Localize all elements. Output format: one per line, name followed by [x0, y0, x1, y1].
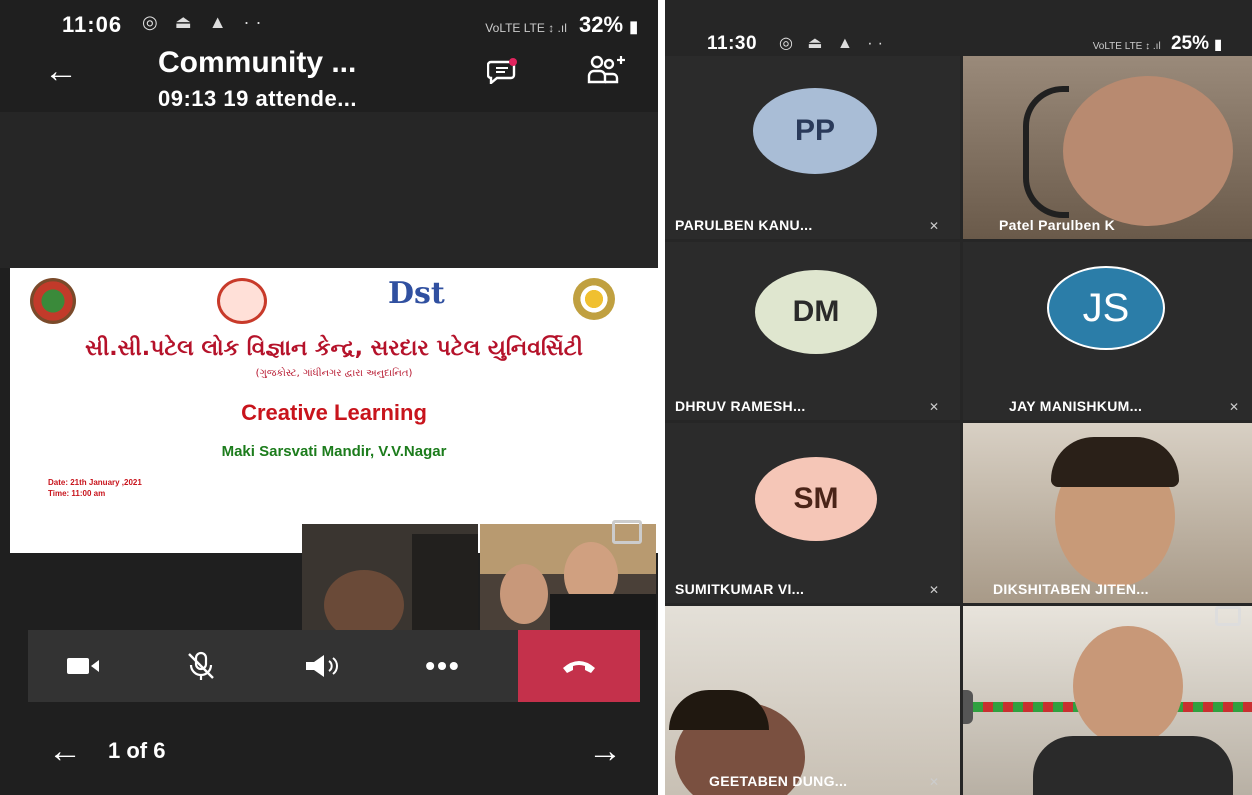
status-time: 11:06 — [62, 12, 123, 37]
gujcost-logo — [573, 278, 615, 320]
slide-heading: Creative Learning — [241, 400, 427, 425]
status-notification-icons: ◎ ⏏ ▲ ·· — [142, 12, 268, 32]
meeting-title: Community ... — [158, 46, 357, 79]
status-bar: 11:06 ◎ ⏏ ▲ ·· VoLTE LTE ↕ .ıl 32% ▮ — [0, 0, 658, 40]
left-phone-screen: 11:06 ◎ ⏏ ▲ ·· VoLTE LTE ↕ .ıl 32% ▮ ← C… — [0, 0, 658, 795]
participant-video-tile[interactable]: GEETABEN DUNG... ✕ — [665, 606, 960, 795]
camera-button[interactable] — [28, 630, 138, 702]
slide-datetime: Date: 21th January ,2021 Time: 11:00 am — [48, 477, 142, 499]
hang-up-icon — [563, 661, 595, 673]
muted-icon: ✕ — [929, 775, 940, 789]
back-arrow-icon[interactable]: ← — [44, 52, 78, 91]
speaker-button[interactable] — [268, 630, 378, 702]
more-options-button[interactable]: ••• — [388, 630, 498, 702]
dst-logo: Dst — [388, 276, 445, 311]
participant-face — [1063, 76, 1233, 226]
slide-title-gujarati: સી.સી.પટેલ લોક વિજ્ઞાન કેન્દ્ર, સરદાર પટ… — [85, 336, 583, 361]
participant-tile[interactable]: DM DHRUV RAMESH... ✕ — [665, 242, 960, 420]
previous-slide-arrow-icon[interactable]: ← — [48, 732, 82, 771]
chat-icon[interactable] — [487, 58, 517, 84]
slide-pager: ← 1 of 6 → — [0, 718, 658, 778]
participant-video-tile[interactable]: Patel Parulben K — [963, 56, 1252, 239]
avatar: DM — [755, 270, 877, 354]
share-screen-icon[interactable] — [612, 520, 642, 544]
status-battery: VoLTE LTE ↕ .ıl 32% ▮ — [485, 12, 638, 38]
battery-level: 25% — [1170, 33, 1209, 54]
battery-level: 32% — [579, 12, 624, 37]
slide-subtitle-gujarati: (ગુજકોસ્ટ, ગાંધીનગર દ્વારા અનુદાનિત) — [255, 368, 413, 379]
status-time: 11:30 — [707, 33, 758, 54]
participant-tile[interactable]: PP PARULBEN KANU... ✕ — [665, 56, 960, 239]
muted-icon: ✕ — [929, 400, 940, 414]
right-phone-screen: 11:30 ◎ ⏏ ▲ ·· VoLTE LTE ↕ .ıl 25% ▮ PP … — [665, 0, 1252, 795]
shared-slide: Dst સી.સી.પટેલ લોક વિજ્ઞાન કેન્દ્ર, સરદા… — [10, 268, 658, 553]
participant-tile[interactable]: SM SUMITKUMAR VI... ✕ — [665, 423, 960, 603]
camera-icon — [67, 658, 99, 674]
participant-name: SUMITKUMAR VI... — [675, 581, 805, 597]
battery-icon: ▮ — [1214, 36, 1222, 52]
status-battery: VoLTE LTE ↕ .ıl 25% ▮ — [1093, 33, 1222, 55]
slide-page-indicator: 1 of 6 — [108, 738, 166, 763]
microphone-off-icon — [188, 651, 214, 680]
participant-name: DIKSHITABEN JITEN... — [993, 581, 1149, 597]
participant-tile[interactable]: JS JAY MANISHKUM... ✕ — [963, 242, 1252, 420]
participant-clothing — [1033, 736, 1233, 795]
avatar: JS — [1047, 266, 1165, 350]
participant-name: JAY MANISHKUM... — [1009, 398, 1143, 414]
participant-hair — [1051, 437, 1179, 487]
participant-name: Patel Parulben K — [999, 217, 1116, 233]
status-notification-icons: ◎ ⏏ ▲ ·· — [779, 35, 888, 52]
shared-content-background — [0, 112, 658, 268]
university-logo — [30, 278, 76, 324]
battery-icon: ▮ — [629, 19, 638, 36]
participant-face — [1073, 626, 1183, 746]
meeting-header: ← Community ... 09:13 19 attende... — [0, 40, 658, 112]
avatar: SM — [755, 457, 877, 541]
muted-icon: ✕ — [1229, 400, 1240, 414]
participant-face — [500, 564, 548, 624]
participant-video-tile[interactable] — [963, 606, 1252, 795]
muted-icon: ✕ — [929, 583, 940, 597]
slide-school: Maki Sarsvati Mandir, V.V.Nagar — [221, 443, 447, 460]
science-centre-logo — [217, 278, 267, 324]
participant-video-1[interactable] — [302, 524, 478, 630]
participant-name: DHRUV RAMESH... — [675, 398, 806, 414]
signal-icon: VoLTE LTE ↕ .ıl — [485, 21, 567, 35]
avatar: PP — [753, 88, 877, 174]
participant-face — [324, 570, 404, 630]
hang-up-button[interactable] — [518, 630, 640, 702]
participant-name: PARULBEN KANU... — [675, 217, 813, 233]
signal-icon: VoLTE LTE ↕ .ıl — [1092, 41, 1161, 52]
speaker-icon — [306, 655, 338, 677]
next-slide-arrow-icon[interactable]: → — [588, 732, 622, 771]
participant-name: GEETABEN DUNG... — [709, 773, 848, 789]
more-icon: ••• — [425, 650, 461, 681]
slide-time: Time: 11:00 am — [48, 489, 106, 498]
meeting-subtitle: 09:13 19 attende... — [158, 86, 358, 111]
share-screen-icon[interactable] — [1215, 606, 1241, 626]
participant-video-tile[interactable]: DIKSHITABEN JITEN... — [963, 423, 1252, 603]
background-object — [412, 534, 478, 630]
headset-icon — [1023, 86, 1069, 218]
participant-clothing — [550, 594, 656, 630]
muted-icon: ✕ — [929, 219, 940, 233]
mute-button[interactable] — [146, 630, 256, 702]
participants-icon[interactable] — [585, 52, 629, 88]
slide-date: Date: 21th January ,2021 — [48, 478, 142, 487]
mic-icon — [963, 690, 973, 724]
call-controls-bar: ••• — [28, 630, 640, 702]
